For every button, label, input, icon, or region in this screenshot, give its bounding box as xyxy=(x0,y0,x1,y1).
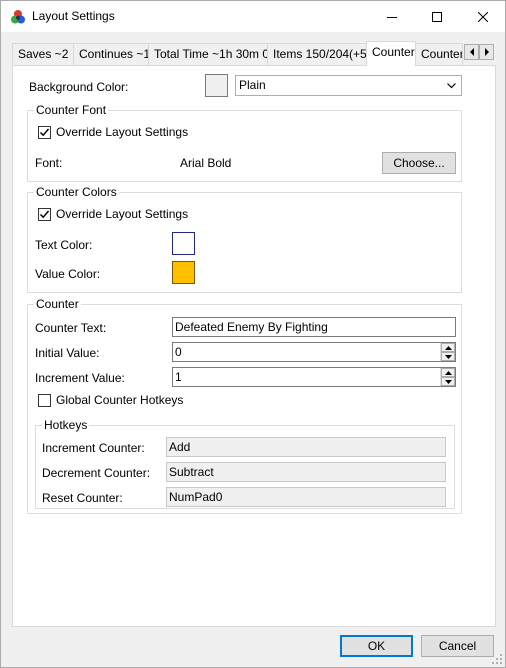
spin-up-icon[interactable] xyxy=(441,343,455,352)
maximize-icon xyxy=(431,11,442,22)
background-color-label: Background Color: xyxy=(29,80,129,94)
tab-strip: Saves ~2 Continues ~1 Total Time ~1h 30m… xyxy=(12,41,496,66)
counter-font-title: Counter Font xyxy=(34,103,109,117)
initial-value-spinner[interactable] xyxy=(440,343,455,361)
spin-down-icon[interactable] xyxy=(441,352,455,361)
spin-up-icon[interactable] xyxy=(441,368,455,377)
tab-panel: Background Color: Plain Counter Font Ove… xyxy=(12,65,496,627)
increment-value-spinner[interactable] xyxy=(440,368,455,386)
text-color-swatch[interactable] xyxy=(172,232,195,255)
close-button[interactable] xyxy=(460,1,505,32)
reset-hotkey-input[interactable]: NumPad0 xyxy=(166,487,446,507)
arrow-right-icon xyxy=(484,48,489,56)
tab-total-time[interactable]: Total Time ~1h 30m 0s xyxy=(148,43,268,65)
arrow-left-icon xyxy=(469,48,474,56)
counter-group: Counter Counter Text: Defeated Enemy By … xyxy=(27,297,462,514)
window-title: Layout Settings xyxy=(32,9,115,23)
counter-font-group: Counter Font Override Layout Settings Fo… xyxy=(27,103,462,182)
checkmark-icon xyxy=(39,128,50,137)
cancel-button[interactable]: Cancel xyxy=(421,635,494,657)
tab-counter-active[interactable]: Counter xyxy=(366,41,416,66)
choose-font-button[interactable]: Choose... xyxy=(382,152,456,174)
maximize-button[interactable] xyxy=(414,1,459,32)
increment-value-input[interactable]: 1 xyxy=(172,367,456,387)
app-icon xyxy=(11,10,25,24)
counter-colors-title: Counter Colors xyxy=(34,185,119,199)
tab-saves[interactable]: Saves ~2 xyxy=(12,43,74,65)
minimize-icon xyxy=(386,16,397,18)
font-override-label: Override Layout Settings xyxy=(56,125,189,139)
value-color-label: Value Color: xyxy=(35,267,101,281)
close-icon xyxy=(477,11,488,22)
counter-title: Counter xyxy=(34,297,81,311)
background-color-swatch[interactable] xyxy=(205,74,228,97)
hotkeys-title: Hotkeys xyxy=(42,418,90,432)
text-color-label: Text Color: xyxy=(35,238,93,252)
tab-continues[interactable]: Continues ~1 xyxy=(73,43,149,65)
chevron-down-icon xyxy=(445,76,457,95)
increment-counter-label: Increment Counter: xyxy=(42,441,145,455)
tab-scroll-right-button[interactable] xyxy=(479,44,494,60)
font-value: Arial Bold xyxy=(180,156,232,170)
decrement-hotkey-input[interactable]: Subtract xyxy=(166,462,446,482)
title-bar[interactable]: Layout Settings xyxy=(1,1,505,32)
resize-grip-icon[interactable] xyxy=(491,653,503,665)
counter-text-input[interactable]: Defeated Enemy By Fighting xyxy=(172,317,456,337)
global-hotkeys-label: Global Counter Hotkeys xyxy=(56,393,184,407)
value-color-swatch[interactable] xyxy=(172,261,195,284)
hotkeys-group: Hotkeys Increment Counter: Add Decrement… xyxy=(35,418,455,509)
tab-counter-2[interactable]: Counter xyxy=(415,43,463,65)
initial-value-label: Initial Value: xyxy=(35,346,100,360)
tab-scroll-left-button[interactable] xyxy=(464,44,479,60)
colors-override-checkbox[interactable] xyxy=(38,208,51,221)
spin-down-icon[interactable] xyxy=(441,377,455,386)
tab-items[interactable]: Items 150/204(+5) xyxy=(267,43,367,65)
minimize-button[interactable] xyxy=(369,1,414,32)
increment-hotkey-input[interactable]: Add xyxy=(166,437,446,457)
initial-value-input[interactable]: 0 xyxy=(172,342,456,362)
font-label: Font: xyxy=(35,156,63,170)
decrement-counter-label: Decrement Counter: xyxy=(42,466,151,480)
counter-text-label: Counter Text: xyxy=(35,321,107,335)
font-override-checkbox[interactable] xyxy=(38,126,51,139)
background-type-select[interactable]: Plain xyxy=(235,75,462,96)
global-hotkeys-checkbox[interactable] xyxy=(38,394,51,407)
increment-value-label: Increment Value: xyxy=(35,371,125,385)
colors-override-label: Override Layout Settings xyxy=(56,207,189,221)
reset-counter-label: Reset Counter: xyxy=(42,491,123,505)
layout-settings-window: Layout Settings Saves ~2 Continues ~1 To… xyxy=(0,0,506,668)
counter-colors-group: Counter Colors Override Layout Settings … xyxy=(27,185,462,293)
checkmark-icon xyxy=(39,210,50,219)
ok-button[interactable]: OK xyxy=(340,635,413,657)
